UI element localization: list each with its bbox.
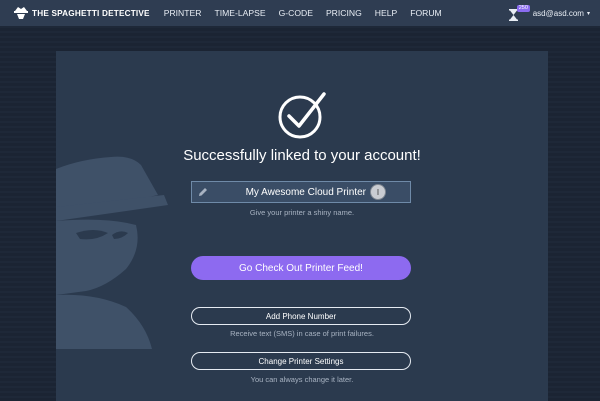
content-card: Successfully linked to your account! I G… (56, 51, 548, 401)
detective-silhouette-icon (56, 156, 168, 349)
printer-name-field[interactable]: I (191, 181, 411, 203)
nav-links: PRINTER TIME-LAPSE G-CODE PRICING HELP F… (164, 8, 455, 18)
chevron-down-icon: ▾ (586, 10, 590, 17)
nav-right: 250 asd@asd.com ▾ (508, 3, 590, 23)
user-email: asd@asd.com (532, 8, 584, 18)
brand-name: THE SPAGHETTI DETECTIVE (32, 8, 150, 18)
detective-hours[interactable]: 250 (508, 3, 530, 23)
add-phone-number-button[interactable]: Add Phone Number (191, 307, 411, 325)
detective-logo-icon (14, 7, 28, 19)
settings-hint: You can always change it later. (250, 375, 354, 384)
pencil-icon (199, 188, 207, 196)
text-cursor-icon: I (370, 184, 386, 200)
change-printer-settings-button[interactable]: Change Printer Settings (191, 352, 411, 370)
hours-badge: 250 (516, 5, 530, 12)
nav-link-g-code[interactable]: G-CODE (279, 8, 313, 18)
brand[interactable]: THE SPAGHETTI DETECTIVE (14, 0, 150, 26)
printer-name-hint: Give your printer a shiny name. (249, 208, 355, 217)
nav-link-printer[interactable]: PRINTER (164, 8, 202, 18)
phone-hint: Receive text (SMS) in case of print fail… (230, 329, 374, 338)
nav-link-time-lapse[interactable]: TIME-LAPSE (214, 8, 265, 18)
checkmark-circle-icon (278, 92, 326, 139)
nav-link-pricing[interactable]: PRICING (326, 8, 362, 18)
user-menu[interactable]: asd@asd.com ▾ (533, 9, 590, 18)
printer-name-input[interactable] (214, 182, 366, 202)
navbar: THE SPAGHETTI DETECTIVE PRINTER TIME-LAP… (0, 0, 600, 26)
printer-feed-button[interactable]: Go Check Out Printer Feed! (191, 256, 411, 280)
nav-link-forum[interactable]: FORUM (410, 8, 442, 18)
nav-link-help[interactable]: HELP (375, 8, 397, 18)
page-title: Successfully linked to your account! (183, 147, 421, 164)
